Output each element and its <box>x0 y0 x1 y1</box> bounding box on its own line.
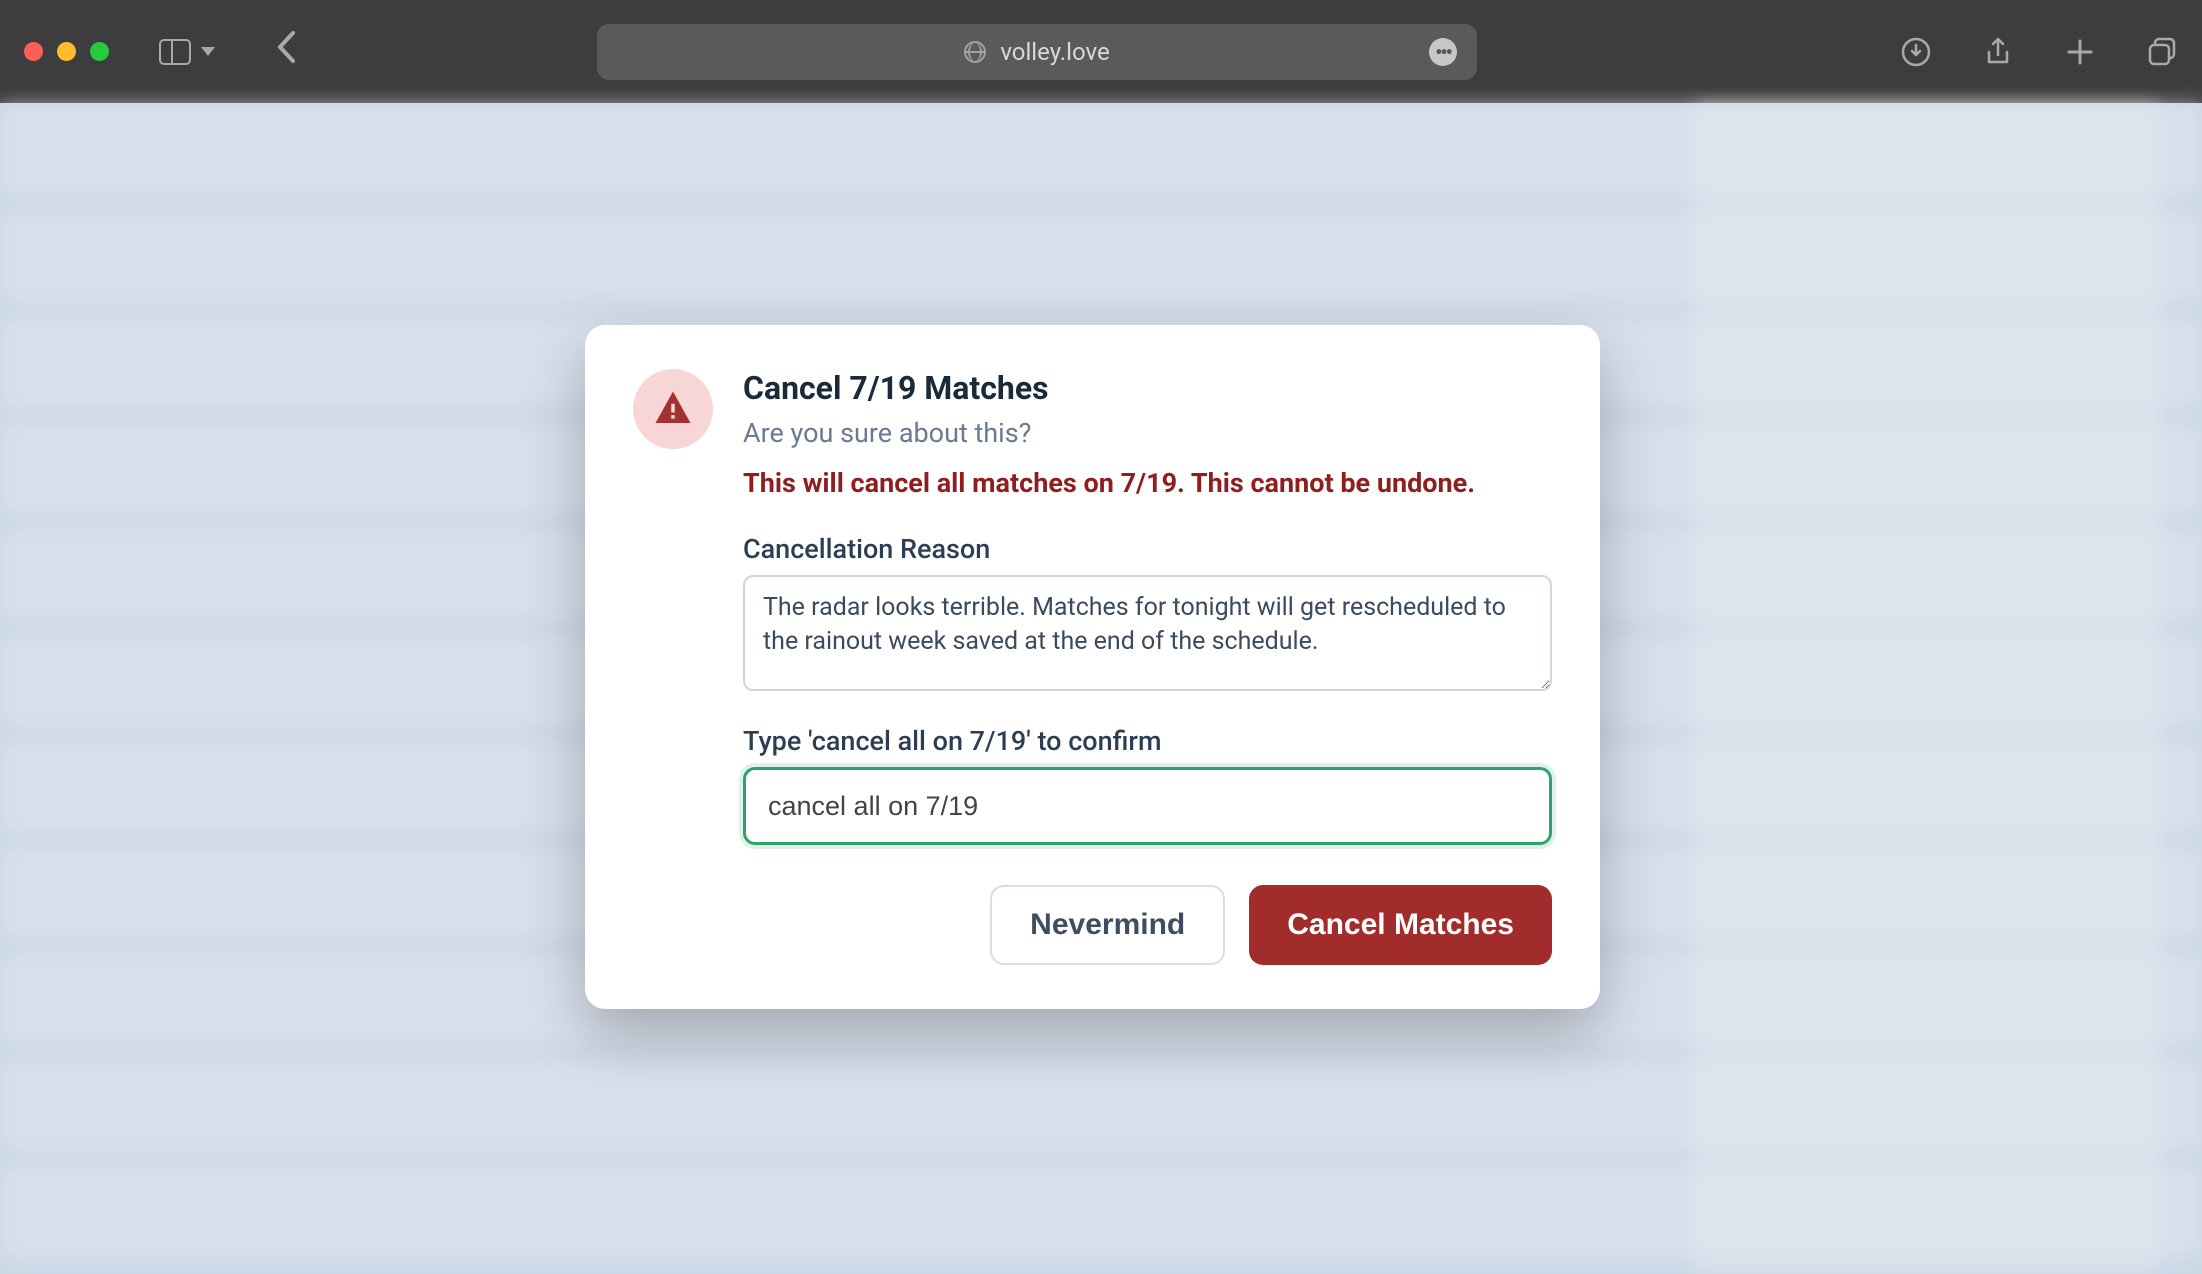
dialog-actions: Nevermind Cancel Matches <box>743 885 1552 965</box>
cancel-matches-button[interactable]: Cancel Matches <box>1249 885 1552 965</box>
cancellation-reason-input[interactable] <box>743 575 1552 691</box>
reason-label: Cancellation Reason <box>743 533 1552 565</box>
url-text: volley.love <box>1000 38 1109 66</box>
back-button[interactable] <box>275 30 297 73</box>
confirm-phrase-input[interactable] <box>743 767 1552 845</box>
new-tab-icon[interactable] <box>2064 36 2096 68</box>
downloads-icon[interactable] <box>1900 36 1932 68</box>
window-controls <box>24 42 109 61</box>
page-settings-icon[interactable]: ••• <box>1429 38 1457 66</box>
share-icon[interactable] <box>1982 36 2014 68</box>
globe-icon <box>964 41 986 63</box>
dialog-title: Cancel 7/19 Matches <box>743 369 1552 407</box>
maximize-window-button[interactable] <box>90 42 109 61</box>
chevron-down-icon <box>201 47 215 56</box>
confirm-label: Type 'cancel all on 7/19' to confirm <box>743 725 1552 757</box>
address-bar[interactable]: volley.love ••• <box>597 24 1477 80</box>
sidebar-toggle[interactable] <box>159 39 215 65</box>
cancel-matches-dialog: Cancel 7/19 Matches Are you sure about t… <box>585 325 1600 1009</box>
dialog-subtitle: Are you sure about this? <box>743 417 1552 449</box>
nevermind-button[interactable]: Nevermind <box>990 885 1225 965</box>
dialog-warning-text: This will cancel all matches on 7/19. Th… <box>743 467 1552 499</box>
warning-icon <box>633 369 713 449</box>
tabs-overview-icon[interactable] <box>2146 36 2178 68</box>
sidebar-icon <box>159 39 191 65</box>
browser-actions <box>1900 36 2178 68</box>
minimize-window-button[interactable] <box>57 42 76 61</box>
close-window-button[interactable] <box>24 42 43 61</box>
browser-toolbar: volley.love ••• <box>0 0 2202 103</box>
